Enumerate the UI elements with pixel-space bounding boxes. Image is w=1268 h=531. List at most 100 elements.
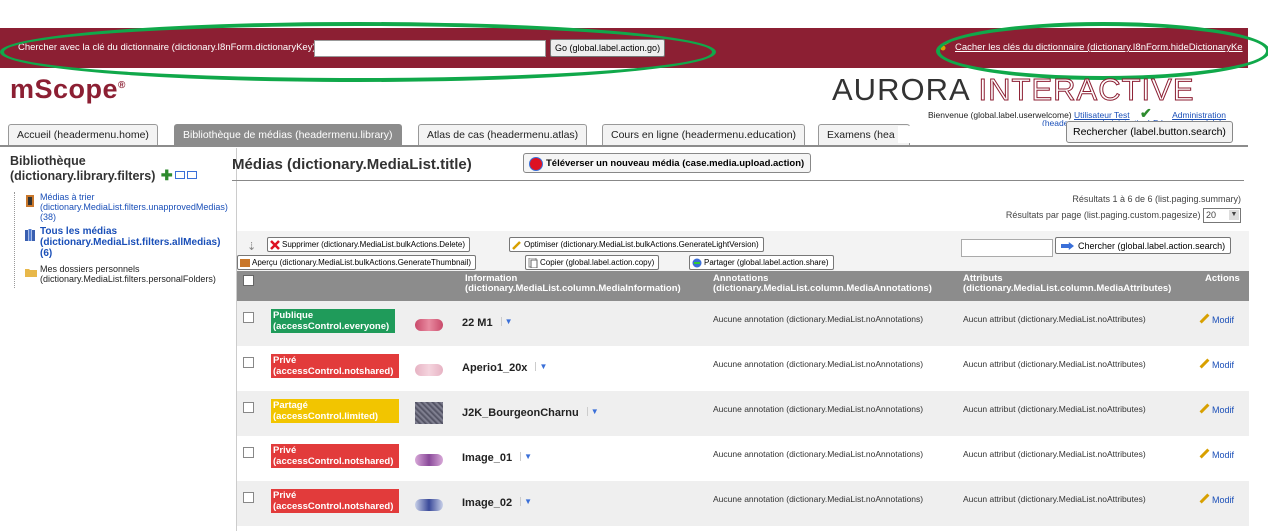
media-annotations: Aucune annotation (dictionary.MediaList.… (713, 404, 924, 414)
media-thumbnail[interactable] (415, 454, 443, 466)
access-level: Privé (273, 490, 297, 501)
column-information[interactable]: Information (dictionary.MediaList.column.… (465, 274, 681, 294)
status-badge: Privé (accessControl.notshared) (271, 444, 399, 468)
media-attributes: Aucun attribut (dictionary.MediaList.noA… (963, 314, 1146, 324)
optimize-icon (512, 241, 521, 250)
page-size-select[interactable]: 20 ▼ (1203, 208, 1241, 223)
chevron-down-icon: ▼ (1229, 210, 1239, 220)
preview-button[interactable]: Aperçu (dictionary.MediaList.bulkActions… (237, 255, 477, 270)
media-name-text: 22 M1 (462, 317, 493, 329)
folder-icon (25, 269, 37, 277)
media-thumbnail[interactable] (415, 319, 443, 331)
search-button-label: Chercher (global.label.action.search) (1078, 240, 1226, 251)
share-button[interactable]: Partager (global.label.action.share) (689, 255, 834, 270)
upload-media-button[interactable]: Téléverser un nouveau média (case.media.… (523, 153, 812, 173)
tab-education[interactable]: Cours en ligne (headermenu.education) (602, 124, 806, 145)
logo-text: mScope (10, 74, 119, 104)
edit-link[interactable]: Modif (1199, 358, 1235, 370)
sort-arrow-icon[interactable]: ⇣ (247, 240, 256, 253)
key-icon (940, 41, 951, 51)
filter-input[interactable] (961, 239, 1053, 257)
delete-button[interactable]: Supprimer (dictionary.MediaList.bulkActi… (267, 237, 471, 252)
sidebar-item-key: (dictionary.MediaList.filters.unapproved… (40, 202, 228, 212)
edit-link[interactable]: Modif (1199, 448, 1235, 460)
media-thumbnail[interactable] (415, 402, 443, 424)
tab-atlas[interactable]: Atlas de cas (headermenu.atlas) (418, 124, 588, 145)
edit-pencil-icon (1199, 313, 1210, 324)
library-sidebar: Bibliothèque (dictionary.library.filters… (0, 148, 236, 531)
dictionary-key-input[interactable] (314, 40, 546, 57)
media-thumbnail[interactable] (415, 499, 443, 511)
folder-tree: Médias à trier (dictionary.MediaList.fil… (14, 192, 228, 288)
row-checkbox[interactable] (243, 492, 254, 503)
media-name[interactable]: 22 M1 ▼ (462, 317, 513, 329)
media-attributes: Aucun attribut (dictionary.MediaList.noA… (963, 359, 1146, 369)
tab-library[interactable]: Bibliothèque de médias (headermenu.libra… (174, 124, 402, 145)
chevron-down-icon[interactable]: ▼ (520, 452, 533, 461)
edit-link[interactable]: Modif (1199, 403, 1234, 415)
table-row[interactable]: Privé (accessControl.notshared) Image_02 ▼… (237, 481, 1249, 526)
row-checkbox[interactable] (243, 402, 254, 413)
select-all-checkbox[interactable] (243, 275, 254, 286)
bulk-actions-bar: ⇣ Supprimer (dictionary.MediaList.bulkAc… (237, 231, 1249, 271)
column-annotations[interactable]: Annotations (dictionary.MediaList.column.… (713, 274, 932, 294)
media-name[interactable]: J2K_BourgeonCharnu ▼ (462, 407, 599, 419)
mscope-logo: mScope® (10, 74, 126, 105)
column-key: (dictionary.MediaList.column.MediaInform… (465, 283, 681, 294)
hide-dictionary-keys-link[interactable]: Cacher les clés du dictionnaire (diction… (940, 41, 1243, 53)
delete-label: Supprimer (dictionary.MediaList.bulkActi… (282, 240, 466, 249)
chevron-down-icon[interactable]: ▼ (586, 407, 599, 416)
access-level: Privé (273, 355, 297, 366)
media-name-text: J2K_BourgeonCharnu (462, 407, 579, 419)
sidebar-item-label: Médias à trier (40, 192, 95, 202)
page-title: Médias (dictionary.MediaList.title) (232, 156, 472, 173)
copy-button[interactable]: Copier (global.label.action.copy) (525, 255, 660, 270)
table-row[interactable]: Publique (accessControl.everyone) 22 M1 ▼ … (237, 301, 1249, 346)
media-thumbnail[interactable] (415, 364, 443, 376)
media-annotations: Aucune annotation (dictionary.MediaList.… (713, 359, 924, 369)
page-size-value: 20 (1206, 210, 1217, 220)
edit-pencil-icon (1199, 493, 1210, 504)
column-key: (dictionary.MediaList.column.MediaAnnota… (713, 283, 932, 294)
row-checkbox[interactable] (243, 357, 254, 368)
edit-pencil-icon (1199, 448, 1210, 459)
logo-mark: ® (118, 80, 126, 91)
table-row[interactable]: Partagé (accessControl.limited) J2K_Bourg… (237, 391, 1249, 436)
edit-label: Modif (1212, 450, 1235, 460)
access-level: Publique (273, 310, 314, 321)
column-attributes[interactable]: Attributs (dictionary.MediaList.column.Me… (963, 274, 1171, 294)
access-key: (accessControl.notshared) (273, 366, 394, 377)
chevron-down-icon[interactable]: ▼ (520, 497, 533, 506)
media-name[interactable]: Image_02 ▼ (462, 497, 533, 509)
chevron-down-icon[interactable]: ▼ (500, 317, 513, 326)
media-attributes: Aucun attribut (dictionary.MediaList.noA… (963, 404, 1146, 414)
tree-icon[interactable] (186, 171, 197, 179)
row-checkbox[interactable] (243, 312, 254, 323)
plus-icon[interactable]: ✚ (161, 167, 173, 183)
collapse-icon[interactable] (174, 171, 185, 179)
sidebar-title-line2: (dictionary.library.filters) (10, 169, 156, 183)
edit-link[interactable]: Modif (1199, 313, 1234, 325)
row-checkbox[interactable] (243, 447, 254, 458)
access-key: (accessControl.everyone) (273, 321, 390, 332)
chevron-down-icon[interactable]: ▼ (535, 362, 548, 371)
upload-label: Téléverser un nouveau média (case.media.… (546, 157, 805, 169)
media-list: Médias (dictionary.MediaList.title) Télé… (232, 148, 1249, 531)
media-name[interactable]: Aperio1_20x ▼ (462, 362, 548, 374)
access-key: (accessControl.limited) (273, 411, 379, 422)
status-badge: Privé (accessControl.notshared) (271, 489, 399, 513)
sidebar-item-label: Tous les médias (40, 226, 118, 237)
tab-home[interactable]: Accueil (headermenu.home) (8, 124, 158, 145)
media-name[interactable]: Image_01 ▼ (462, 452, 533, 464)
table-row[interactable]: Privé (accessControl.notshared) Aperio1_2… (237, 346, 1249, 391)
go-button[interactable]: Go (global.label.action.go) (550, 39, 666, 57)
search-button[interactable]: Chercher (global.label.action.search) (1055, 237, 1232, 254)
optimize-button[interactable]: Optimiser (dictionary.MediaList.bulkActi… (509, 237, 764, 252)
global-search-button[interactable]: Rechercher (label.button.search) (1066, 121, 1233, 143)
table-row[interactable]: Privé (accessControl.notshared) Image_01 ▼… (237, 436, 1249, 481)
dictionary-search-bar: Chercher avec la clé du dictionnaire (di… (0, 28, 1248, 68)
media-attributes: Aucun attribut (dictionary.MediaList.noA… (963, 494, 1146, 504)
edit-label: Modif (1212, 360, 1235, 370)
tab-exams[interactable]: Examens (hea (818, 124, 910, 145)
edit-link[interactable]: Modif (1199, 493, 1234, 505)
